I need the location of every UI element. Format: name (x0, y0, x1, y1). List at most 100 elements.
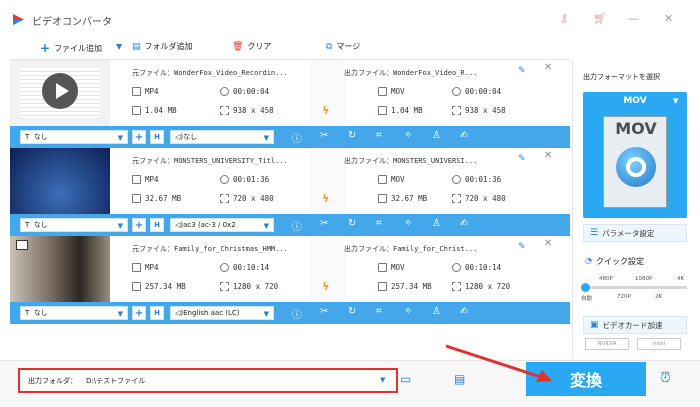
add-folder-button[interactable]: ▤ フォルダ追加 (132, 41, 193, 52)
chevron-down-icon: ▼ (117, 222, 123, 230)
info-icon[interactable]: ⓘ (292, 218, 302, 233)
file-row[interactable]: 元ファイル：Family_for_Christmas_HMM... MP4 00… (10, 236, 570, 324)
alarm-clock-icon[interactable]: ⏰︎ (660, 370, 671, 386)
folder-icon (378, 282, 387, 291)
edit-icon[interactable]: ✍ (460, 306, 468, 317)
edit-icon[interactable]: ✍ (460, 218, 468, 229)
video-thumbnail[interactable] (10, 60, 110, 126)
output-folder-field[interactable]: 出力フォルダ： D:\テストファイル ▼ (18, 368, 398, 393)
output-format-selector[interactable]: MOV ▼ MOV (583, 92, 687, 218)
source-filename: 元ファイル：MONSTERS_UNIVERSITY_Titl... (132, 157, 288, 165)
slider-handle[interactable] (581, 283, 590, 292)
hevc-button[interactable]: H (150, 130, 164, 144)
remove-file-icon[interactable]: ✕ (544, 150, 552, 161)
rotate-icon[interactable]: ↻ (348, 306, 356, 317)
remove-file-icon[interactable]: ✕ (544, 62, 552, 73)
clear-button[interactable]: 🗑︎ クリア (232, 41, 271, 52)
merge-icon: ⧉ (326, 41, 333, 52)
effects-icon[interactable]: ✧ (404, 218, 412, 229)
resolution-icon (220, 282, 229, 291)
output-format-heading: 出力フォーマットを選択 (583, 73, 660, 81)
file-row[interactable]: 元ファイル：MONSTERS_UNIVERSITY_Titl... MP4 00… (10, 148, 570, 236)
parameter-settings-button[interactable]: ☰ パラメータ設定 (583, 224, 687, 242)
edit-pen-icon[interactable]: ✎ (518, 154, 526, 164)
add-file-dropdown-icon[interactable]: ▼ (116, 42, 122, 51)
watermark-icon[interactable]: ♙ (432, 218, 441, 229)
output-folder-path[interactable]: D:\テストファイル (86, 376, 145, 386)
folder-icon: ▤ (132, 41, 141, 52)
hevc-button[interactable]: H (150, 218, 164, 232)
file-tool-bar: T なし ▼ + H ◁) ac3 (ac-3 / 0x2 ▼ ⓘ ✂ ↻ ⌗ ✧ ♙… (10, 214, 570, 236)
format-icon (378, 263, 387, 272)
add-file-button[interactable]: + ファイル追加 (40, 41, 102, 55)
lightning-icon: ϟ (322, 192, 330, 205)
window-title: ビデオコンバータ (32, 17, 112, 28)
edit-pen-icon[interactable]: ✎ (518, 242, 526, 252)
audio-select[interactable]: ◁) なし ▼ (170, 130, 274, 144)
scissors-icon[interactable]: ✂ (320, 218, 328, 229)
watermark-icon[interactable]: ♙ (432, 306, 441, 317)
edit-icon[interactable]: ✍ (460, 130, 468, 141)
speed-icon: ◔ (585, 256, 592, 265)
folder-icon (378, 194, 387, 203)
audio-select[interactable]: ◁) ac3 (ac-3 / 0x2 ▼ (170, 218, 274, 232)
hevc-button[interactable]: H (150, 306, 164, 320)
crop-icon[interactable]: ⌗ (376, 218, 382, 229)
lightning-icon: ϟ (322, 104, 330, 117)
minimize-icon[interactable]: — (628, 12, 639, 25)
subtitle-select[interactable]: T なし ▼ (20, 218, 128, 232)
close-icon[interactable]: ✕ (664, 12, 673, 25)
format-icon (132, 87, 141, 96)
clock-icon (452, 175, 461, 184)
rotate-icon[interactable]: ↻ (348, 130, 356, 141)
chip-icon: ▣ (590, 320, 599, 330)
video-thumbnail[interactable] (10, 236, 110, 302)
video-thumbnail[interactable] (10, 148, 110, 214)
chevron-down-icon: ▼ (263, 222, 269, 230)
format-name: MOV (623, 96, 647, 106)
scissors-icon[interactable]: ✂ (320, 130, 328, 141)
copy-icon[interactable] (16, 240, 28, 250)
chevron-down-icon: ▼ (263, 134, 269, 142)
add-subtitle-button[interactable]: + (132, 218, 146, 232)
gpu-acceleration-button[interactable]: ▣ ビデオカード加速 (583, 316, 687, 334)
mov-format-icon: MOV (603, 116, 667, 208)
add-subtitle-button[interactable]: + (132, 306, 146, 320)
format-icon (132, 263, 141, 272)
subtitle-select[interactable]: T なし ▼ (20, 130, 128, 144)
chevron-down-icon: ▼ (263, 310, 269, 318)
chevron-down-icon[interactable]: ▼ (380, 376, 385, 384)
scissors-icon[interactable]: ✂ (320, 306, 328, 317)
edit-pen-icon[interactable]: ✎ (518, 66, 526, 76)
crop-icon[interactable]: ⌗ (376, 306, 382, 317)
cart-icon[interactable]: 🛒︎ (593, 12, 607, 25)
info-icon[interactable]: ⓘ (292, 130, 302, 145)
resolution-icon (220, 106, 229, 115)
quality-slider[interactable] (581, 283, 687, 292)
clock-icon (220, 87, 229, 96)
trash-icon: 🗑︎ (232, 41, 244, 52)
merge-button[interactable]: ⧉ マージ (326, 41, 360, 52)
effects-icon[interactable]: ✧ (404, 306, 412, 317)
watermark-icon[interactable]: ♙ (432, 130, 441, 141)
add-subtitle-button[interactable]: + (132, 130, 146, 144)
info-icon[interactable]: ⓘ (292, 306, 302, 321)
subtitle-select[interactable]: T なし ▼ (20, 306, 128, 320)
output-filename: 出力ファイル：Family_for_Christ... (344, 245, 478, 253)
resolution-icon (452, 282, 461, 291)
format-icon (378, 87, 387, 96)
crop-icon[interactable]: ⌗ (376, 130, 382, 141)
audio-select[interactable]: ◁) English aac (LC) ▼ (170, 306, 274, 320)
output-filename: 出力ファイル：MONSTERS_UNIVERSI... (344, 157, 478, 165)
rotate-icon[interactable]: ↻ (348, 218, 356, 229)
file-row[interactable]: 元ファイル：WonderFox_Video_Recordin... MP4 00… (10, 60, 570, 148)
key-icon[interactable]: ⚷ (560, 12, 568, 25)
browse-folder-icon[interactable]: ▭ (400, 372, 411, 386)
play-icon[interactable] (42, 73, 78, 109)
resolution-icon (220, 194, 229, 203)
clock-icon (220, 175, 229, 184)
effects-icon[interactable]: ✧ (404, 130, 412, 141)
format-icon (378, 175, 387, 184)
remove-file-icon[interactable]: ✕ (544, 238, 552, 249)
app-logo-icon (13, 14, 24, 25)
